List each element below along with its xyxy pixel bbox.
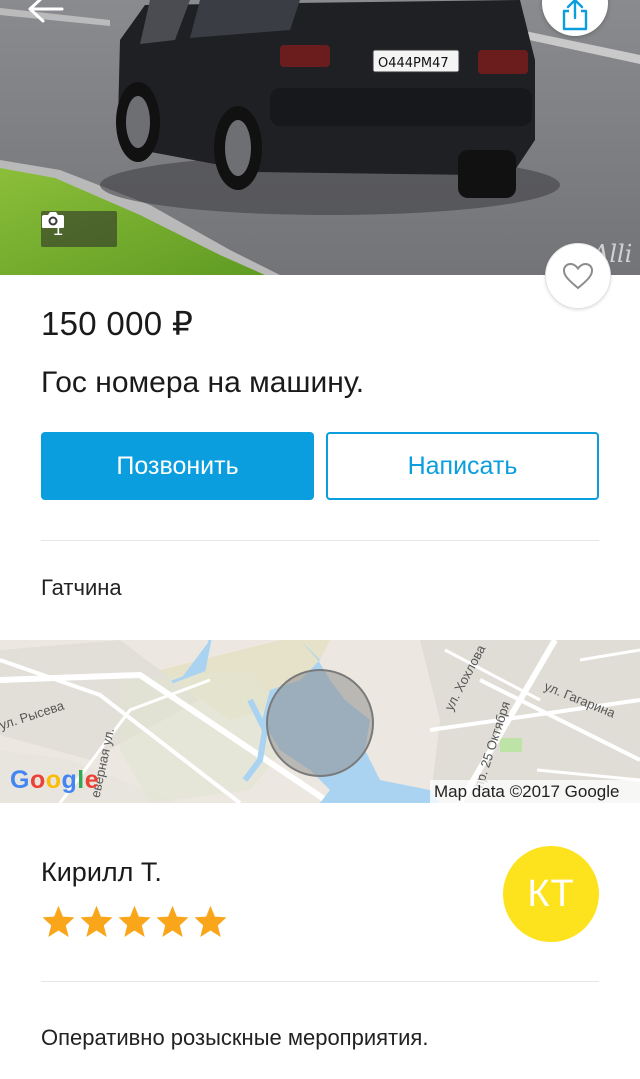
back-button[interactable] [28, 0, 76, 34]
location-map[interactable]: ул. Рысева еверная ул. ул. Хохлова пр. 2… [0, 640, 640, 803]
location-city: Гатчина [41, 575, 122, 600]
share-icon [562, 0, 588, 31]
star-icon [80, 905, 113, 938]
listing-description: Оперативно розыскные мероприятия. [41, 1025, 429, 1050]
star-icon [156, 905, 189, 938]
star-icon [42, 905, 75, 938]
divider [41, 540, 599, 541]
star-icon [118, 905, 151, 938]
star-icon [194, 905, 227, 938]
listing-title: Гос номера на машину. [41, 366, 365, 399]
heart-icon [562, 262, 594, 290]
listing-photo[interactable]: О444РМ47 Alli 1 [0, 0, 640, 275]
arrow-left-icon [28, 0, 64, 23]
seller-name[interactable]: Кирилл Т. [41, 857, 162, 888]
listing-price: 150 000 ₽ [41, 305, 194, 342]
divider [41, 981, 599, 982]
photo-count-badge[interactable]: 1 [41, 211, 117, 247]
write-message-button[interactable]: Написать [326, 432, 599, 500]
google-logo: Google [10, 766, 100, 794]
license-plate-text: О444РМ47 [378, 56, 449, 71]
call-button[interactable]: Позвонить [41, 432, 314, 500]
favorite-button[interactable] [545, 243, 611, 309]
camera-icon [42, 212, 64, 228]
seller-rating [41, 904, 228, 938]
seller-avatar[interactable]: КТ [503, 846, 599, 942]
map-attribution: Map data ©2017 Google [430, 780, 640, 803]
